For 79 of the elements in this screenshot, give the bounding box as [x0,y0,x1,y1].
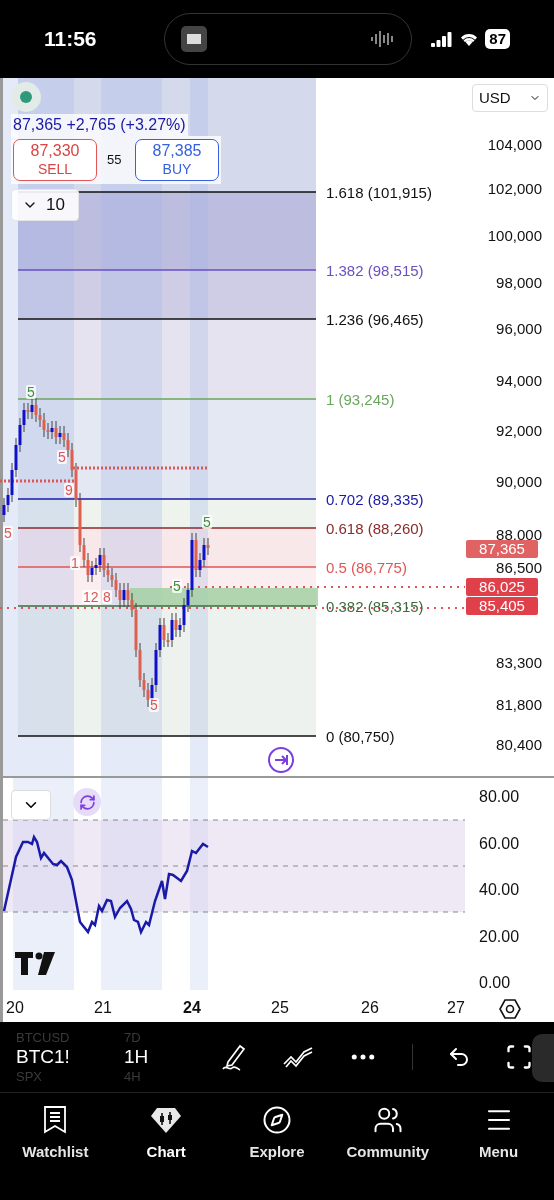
app-thumbnail-icon [180,26,207,52]
wifi-icon [459,31,480,47]
signal-count-label: 12 [82,590,100,604]
scroll-to-latest-icon[interactable] [267,746,295,774]
price-axis-label: 92,000 [496,422,542,438]
currency-dropdown[interactable]: USD [472,84,548,112]
battery-indicator: 87 [485,29,510,49]
price-axis-label: 102,000 [487,180,542,196]
tab-bar-item[interactable]: Chart [116,1105,217,1200]
fib-level-label: 0.5 (86,775) [326,559,407,575]
sell-button[interactable]: 87,330 SELL [13,139,97,181]
sync-icon[interactable] [73,788,101,816]
fib-level-label: 1.236 (96,465) [326,311,424,327]
settings-icon[interactable] [499,998,521,1020]
undo-icon[interactable] [447,1045,471,1069]
price-axis-label: 100,000 [487,227,542,243]
symbol-option[interactable]: BTC1! [16,1045,110,1069]
fib-level-label: 0.618 (88,260) [326,520,424,536]
price-axis-label: 96,000 [496,320,542,336]
time-axis-label: 21 [94,1000,112,1016]
signal-count-label: 9 [64,483,74,497]
price-axis-label: 90,000 [496,473,542,489]
oscillator-axis-label: 40.00 [479,882,520,898]
signal-count-label: 5 [172,579,182,593]
price-tag: 85,405 [466,597,538,615]
price-tag: 87,365 [466,540,538,558]
tab-bar-item[interactable]: Watchlist [5,1105,106,1200]
quote-text: 87,365 +2,765 (+3.27%) [11,114,188,136]
time-axis-label: 27 [447,1000,465,1016]
price-axis-label: 94,000 [496,372,542,388]
chart-icon [150,1105,183,1135]
oscillator-axis-label: 80.00 [479,789,520,805]
oscillator-axis-label: 20.00 [479,928,520,945]
fib-level-label: 1.618 (101,915) [326,184,432,200]
price-axis-label: 83,300 [496,654,542,670]
fullscreen-icon[interactable] [505,1043,533,1071]
price-tag: 86,025 [466,578,538,596]
signal-count-label: 1 [70,556,80,570]
tab-bar-item[interactable]: Community [337,1105,438,1200]
buy-button[interactable]: 87,385 BUY [135,139,219,181]
trend-lines-icon[interactable] [282,1046,314,1068]
side-panel-handle[interactable] [532,1034,554,1082]
oscillator-axis-label: 0.00 [479,975,511,991]
time-axis-label: 20 [6,1000,24,1016]
price-axis-label: 88,000 [496,526,542,542]
price-axis-label: 104,000 [487,136,542,152]
signal-count-label: 5 [149,698,159,712]
signal-count-label: 5 [26,385,36,399]
compass-icon [262,1105,292,1135]
fib-level-label: 0.382 (85,315) [326,598,424,614]
signal-count-label: 8 [102,590,112,604]
waveform-icon [368,29,395,49]
signal-count-label: 5 [57,450,67,464]
fib-level-label: 0 (80,750) [326,728,395,744]
oscillator-axis-label: 60.00 [479,835,520,852]
price-axis-label: 81,800 [496,696,542,712]
fib-level-label: 1.382 (98,515) [326,262,424,278]
time-axis-label: 25 [271,1000,289,1016]
status-indicator [11,82,41,112]
price-axis-label: 98,000 [496,274,542,290]
signal-count-label: 5 [3,526,13,540]
tab-bar-item[interactable]: Menu [448,1105,549,1200]
signal-count-label: 5 [202,515,212,529]
watchlist-icon [42,1105,69,1135]
time-axis-label: 24 [183,1000,201,1016]
tab-bar-item[interactable]: Explore [227,1105,327,1200]
time-axis-label: 26 [361,1000,379,1016]
signal-icon [431,31,454,47]
community-icon [372,1105,403,1135]
status-time: 11:56 [44,26,98,53]
tradingview-logo [15,952,55,975]
interval-option[interactable]: 1H [124,1045,190,1069]
fib-level-label: 0.702 (89,335) [326,491,424,507]
indicator-collapse-button[interactable]: 10 [11,189,79,221]
price-axis-label: 80,400 [496,736,542,752]
price-axis-label: 86,500 [496,559,542,575]
drawing-pen-icon[interactable] [220,1042,248,1072]
fib-level-label: 1 (93,245) [326,391,395,407]
spread-value: 55 [107,151,123,170]
